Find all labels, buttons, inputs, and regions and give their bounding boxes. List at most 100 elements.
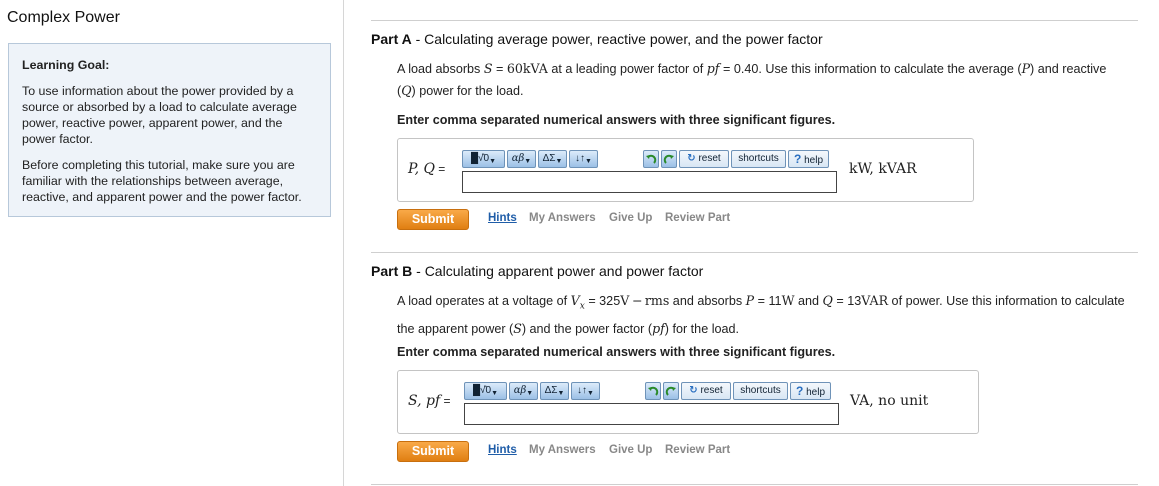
part-b-label: Part B	[371, 263, 413, 279]
review-part-link[interactable]: Review Part	[665, 444, 730, 456]
symbols-button[interactable]: ΔΣ▼	[538, 150, 567, 168]
reset-button[interactable]: ↻ reset	[679, 150, 729, 168]
reset-label: reset	[700, 385, 723, 396]
submit-button[interactable]: Submit	[397, 209, 469, 230]
my-answers-link[interactable]: My Answers	[529, 444, 596, 456]
submit-button[interactable]: Submit	[397, 441, 469, 462]
equals-sign: =	[434, 162, 446, 176]
math-var: pf	[652, 320, 665, 336]
chevron-down-icon: ▼	[491, 390, 499, 397]
help-label: help	[804, 155, 824, 166]
math-unit: W	[781, 293, 795, 308]
greek-button[interactable]: αβ▼	[509, 382, 538, 400]
redo-icon	[663, 154, 674, 164]
problem-text: ) and the power factor (	[521, 321, 653, 336]
math-var: Q	[822, 293, 833, 308]
part-b-answer-box: S, pf = █√̆0▼ αβ▼ ΔΣ▼ ↓↑▼ ↻ reset shortc…	[397, 370, 979, 434]
learning-goal-text: To use information about the power provi…	[22, 84, 297, 146]
chevron-down-icon: ▼	[489, 158, 497, 165]
arrows-icon: ↓↑	[575, 153, 586, 164]
learning-goal-box: Learning Goal: To use information about …	[8, 43, 331, 217]
redo-icon	[665, 386, 676, 396]
part-b-title: Part B - Calculating apparent power and …	[371, 263, 703, 279]
my-answers-link[interactable]: My Answers	[529, 212, 596, 224]
symbols-icon: ΔΣ	[542, 153, 556, 164]
reset-icon: ↻	[687, 153, 696, 164]
greek-icon: αβ	[513, 385, 527, 396]
chevron-down-icon: ▼	[585, 158, 592, 165]
shortcuts-button[interactable]: shortcuts	[733, 382, 788, 400]
part-b-units: VA, no unit	[850, 393, 929, 409]
give-up-link[interactable]: Give Up	[609, 444, 652, 456]
chevron-down-icon: ▼	[557, 390, 565, 397]
help-icon: ?	[795, 384, 804, 398]
arrows-button[interactable]: ↓↑▼	[569, 150, 598, 168]
learning-goal-prereq: Before completing this tutorial, make su…	[22, 158, 302, 204]
chevron-down-icon: ▼	[526, 390, 534, 397]
problem-text: =	[492, 62, 507, 76]
arrows-icon: ↓↑	[577, 385, 588, 396]
part-a-title-text: Calculating average power, reactive powe…	[424, 31, 823, 47]
greek-icon: αβ	[511, 153, 525, 164]
undo-icon	[648, 386, 659, 396]
shortcuts-button[interactable]: shortcuts	[731, 150, 786, 168]
part-b: Part B - Calculating apparent power and …	[371, 252, 1138, 462]
redo-button[interactable]	[663, 382, 679, 400]
undo-icon	[646, 154, 657, 164]
problem-text: = 0.40. Use this information to calculat…	[719, 62, 1022, 76]
problem-text: and absorbs	[669, 294, 746, 308]
templates-icon: █√̆0	[470, 153, 490, 164]
reset-label: reset	[698, 153, 721, 164]
part-b-answer-input[interactable]	[464, 403, 839, 425]
math-var: Q	[401, 83, 412, 98]
problem-text: = 11	[754, 294, 782, 308]
part-b-variable-label: S, pf =	[408, 393, 450, 409]
math-unit: V − rms	[620, 293, 670, 308]
problem-text: ) for the load.	[664, 321, 740, 336]
learning-goal-heading: Learning Goal:	[22, 58, 110, 72]
math-var: P	[745, 293, 755, 308]
part-a: Part A - Calculating average power, reac…	[371, 20, 1138, 230]
give-up-link[interactable]: Give Up	[609, 212, 652, 224]
problem-text: A load absorbs	[397, 62, 484, 76]
problem-text: at a leading power factor of	[547, 62, 707, 76]
problem-text: = 325	[584, 294, 621, 308]
part-b-problem: A load operates at a voltage of Vx = 325…	[397, 290, 1127, 340]
math-var: V	[570, 293, 580, 308]
part-a-problem: A load absorbs S = 60kVA at a leading po…	[397, 58, 1127, 102]
symbols-button[interactable]: ΔΣ▼	[540, 382, 569, 400]
reset-button[interactable]: ↻ reset	[681, 382, 731, 400]
help-label: help	[806, 387, 826, 398]
help-icon: ?	[793, 152, 802, 166]
redo-button[interactable]	[661, 150, 677, 168]
templates-button[interactable]: █√̆0▼	[464, 382, 507, 400]
variable-name: S, pf	[408, 393, 441, 409]
part-a-separator: -	[411, 31, 425, 47]
help-button[interactable]: ? help	[790, 382, 831, 400]
part-a-answer-input[interactable]	[462, 171, 837, 193]
problem-text: and	[794, 294, 823, 308]
undo-button[interactable]	[645, 382, 661, 400]
symbols-icon: ΔΣ	[544, 385, 558, 396]
hints-link[interactable]: Hints	[488, 444, 517, 456]
part-a-answer-box: P, Q = █√̆0▼ αβ▼ ΔΣ▼ ↓↑▼ ↻ reset shortcu…	[397, 138, 974, 202]
undo-button[interactable]	[643, 150, 659, 168]
math-var: P	[1021, 61, 1031, 76]
reset-icon: ↻	[689, 385, 698, 396]
problem-text: ) power for the load.	[411, 84, 524, 98]
templates-button[interactable]: █√̆0▼	[462, 150, 505, 168]
hints-link[interactable]: Hints	[488, 212, 517, 224]
templates-icon: █√̆0	[472, 385, 492, 396]
math-var: S	[513, 320, 522, 336]
greek-button[interactable]: αβ▼	[507, 150, 536, 168]
arrows-button[interactable]: ↓↑▼	[571, 382, 600, 400]
part-b-title-text: Calculating apparent power and power fac…	[424, 263, 704, 279]
part-b-instruction: Enter comma separated numerical answers …	[397, 345, 836, 359]
chevron-down-icon: ▼	[524, 158, 532, 165]
part-a-variable-label: P, Q =	[408, 161, 445, 177]
help-button[interactable]: ? help	[788, 150, 829, 168]
review-part-link[interactable]: Review Part	[665, 212, 730, 224]
problem-text: = 13	[832, 294, 862, 308]
math-unit: 60kVA	[506, 61, 548, 76]
part-a-title: Part A - Calculating average power, reac…	[371, 31, 823, 47]
